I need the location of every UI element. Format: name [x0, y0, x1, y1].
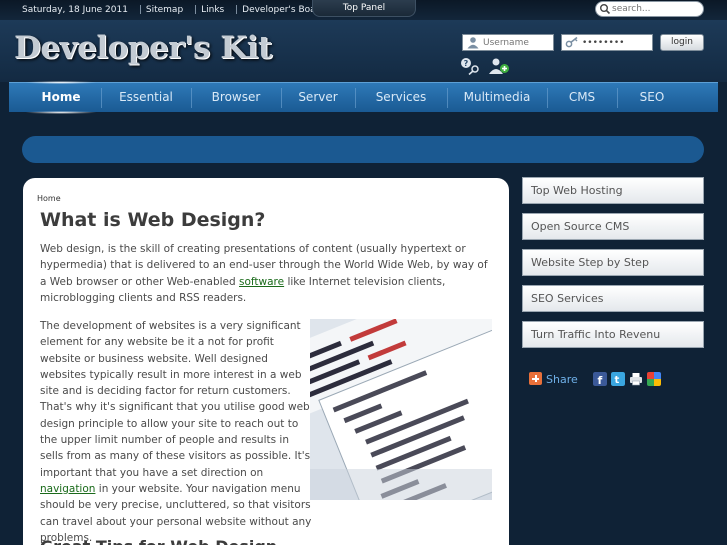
- nav-multimedia[interactable]: Multimedia: [447, 83, 547, 113]
- sidebar-item-website-step-by-step[interactable]: Website Step by Step: [522, 249, 704, 276]
- nav-seo[interactable]: SEO: [617, 83, 687, 113]
- nav-server[interactable]: Server: [281, 83, 355, 113]
- username-input[interactable]: [483, 36, 551, 49]
- banner-strip: [22, 136, 704, 163]
- sidebar-item-turn-traffic[interactable]: Turn Traffic Into Revenu: [522, 321, 704, 348]
- breadcrumb[interactable]: Home: [37, 194, 61, 203]
- nav-cms[interactable]: CMS: [547, 83, 617, 113]
- nav-browser[interactable]: Browser: [191, 83, 281, 113]
- login-button[interactable]: login: [660, 34, 704, 51]
- current-date: Saturday, 18 June 2011: [22, 5, 128, 15]
- user-icon: [467, 37, 479, 49]
- search-icon: [600, 4, 611, 15]
- links-link[interactable]: Links: [201, 5, 224, 15]
- password-input[interactable]: [582, 36, 650, 49]
- nav-home[interactable]: Home: [21, 81, 101, 114]
- top-panel-toggle[interactable]: Top Panel: [312, 0, 416, 17]
- print-icon[interactable]: [629, 372, 643, 386]
- sidebar-item-top-web-hosting[interactable]: Top Web Hosting: [522, 177, 704, 204]
- svg-text:?: ?: [464, 59, 469, 68]
- sidebar-item-open-source-cms[interactable]: Open Source CMS: [522, 213, 704, 240]
- top-bar-links: Saturday, 18 June 2011 | Sitemap | Links |…: [22, 5, 325, 15]
- sitemap-link[interactable]: Sitemap: [146, 5, 183, 15]
- development-paragraph: The development of websites is a very si…: [40, 320, 312, 544]
- main-navigation: Home Essential Browser Server Services M…: [9, 81, 718, 114]
- nav-essential[interactable]: Essential: [101, 83, 191, 113]
- code-illustration-image: [310, 319, 492, 500]
- site-header: Developer's Kit login ?: [0, 20, 727, 82]
- svg-text:f: f: [598, 374, 603, 386]
- sidebar-item-seo-services[interactable]: SEO Services: [522, 285, 704, 312]
- facebook-icon[interactable]: f: [593, 372, 607, 386]
- username-field: [462, 34, 554, 51]
- main-content: Home What is Web Design? Web design, is …: [23, 178, 509, 545]
- nav-services[interactable]: Services: [355, 83, 447, 113]
- google-bookmark-icon[interactable]: [647, 372, 661, 386]
- share-button[interactable]: Share: [529, 372, 578, 388]
- page-title: What is Web Design?: [40, 209, 266, 231]
- software-link[interactable]: software: [239, 276, 284, 288]
- search-box: [595, 1, 704, 17]
- site-logo[interactable]: Developer's Kit: [14, 30, 272, 66]
- share-plus-icon: [529, 372, 542, 385]
- intro-paragraph: Web design, is the skill of creating pre…: [40, 243, 488, 304]
- register-user-icon[interactable]: [488, 57, 510, 75]
- twitter-icon[interactable]: t: [611, 372, 625, 386]
- navigation-link[interactable]: navigation: [40, 483, 95, 495]
- key-icon: [565, 36, 578, 48]
- forgot-password-icon[interactable]: ?: [460, 57, 482, 75]
- svg-text:t: t: [615, 375, 620, 386]
- password-field: [561, 34, 653, 51]
- search-input[interactable]: [612, 3, 700, 15]
- section-heading: Great Tips for Web Design: [40, 537, 277, 545]
- top-bar: Saturday, 18 June 2011 | Sitemap | Links |…: [0, 0, 727, 20]
